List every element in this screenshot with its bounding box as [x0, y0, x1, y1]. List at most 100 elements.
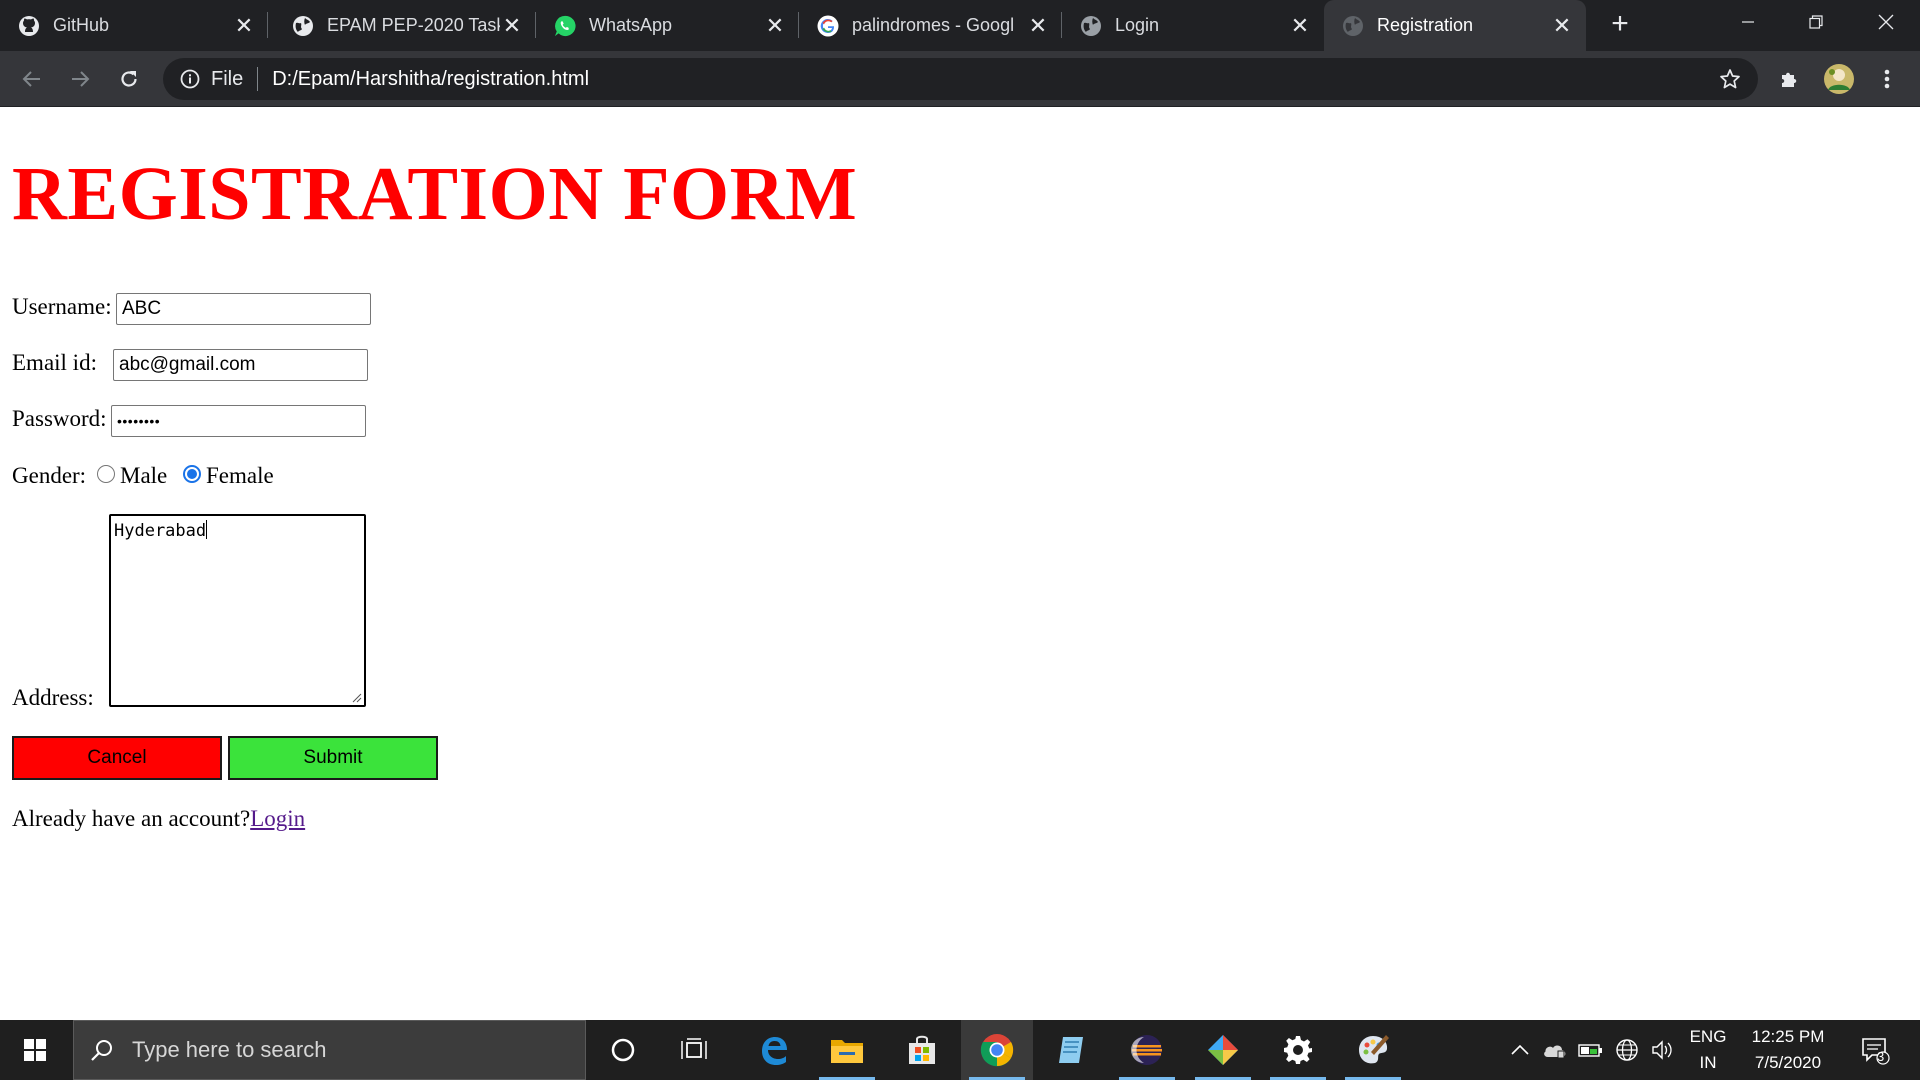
- email-input[interactable]: abc@gmail.com: [113, 349, 368, 381]
- resize-grip-icon[interactable]: [350, 691, 362, 703]
- tab-title: EPAM PEP-2020 Task: [327, 15, 500, 35]
- tab-title: GitHub: [53, 15, 110, 35]
- login-link[interactable]: Login: [250, 806, 305, 831]
- cancel-button[interactable]: Cancel: [12, 736, 222, 780]
- task-view-button[interactable]: [659, 1020, 731, 1080]
- clock[interactable]: 12:25 PM 7/5/2020: [1740, 1020, 1836, 1080]
- whatsapp-icon: [554, 15, 576, 37]
- taskbar-search-box[interactable]: Type here to search: [73, 1020, 586, 1080]
- network-tray[interactable]: [1610, 1020, 1644, 1080]
- notification-icon: [1862, 1038, 1890, 1065]
- back-button[interactable]: [12, 59, 52, 99]
- windows-logo-icon: [24, 1039, 46, 1061]
- tab-title: WhatsApp: [589, 15, 673, 35]
- close-tab-icon[interactable]: ✕: [1550, 13, 1574, 39]
- tab-title: Login: [1115, 15, 1160, 35]
- close-tab-icon[interactable]: ✕: [232, 13, 256, 39]
- snip-icon: [1208, 1035, 1238, 1065]
- notification-count: 3: [1877, 1049, 1885, 1064]
- username-input[interactable]: ABC: [116, 293, 371, 325]
- close-tab-icon[interactable]: ✕: [500, 13, 524, 39]
- url-text[interactable]: D:/Epam/Harshitha/registration.html: [272, 68, 1714, 91]
- minimize-icon: [1742, 21, 1754, 23]
- address-label: Address:: [12, 685, 94, 710]
- page-title: REGISTRATION FORM: [12, 152, 858, 236]
- browser-toolbar: File D:/Epam/Harshitha/registration.html: [0, 51, 1920, 107]
- bookmark-star-icon[interactable]: [1714, 63, 1746, 95]
- reload-button[interactable]: [109, 59, 149, 99]
- reload-icon: [121, 71, 137, 87]
- github-icon: [18, 15, 40, 37]
- tab-palindromes[interactable]: palindromes - Googl ✕: [799, 0, 1062, 51]
- avatar-icon: [1824, 64, 1854, 94]
- tab-epam[interactable]: EPAM PEP-2020 Task ✕: [274, 0, 536, 51]
- paint-palette-icon: [1359, 1035, 1389, 1064]
- new-tab-button[interactable]: +: [1602, 6, 1638, 42]
- cloud-icon: [1544, 1045, 1566, 1059]
- tab-registration[interactable]: Registration ✕: [1324, 0, 1586, 51]
- taskbar-chrome[interactable]: [961, 1020, 1033, 1080]
- gender-male-radio[interactable]: [97, 465, 115, 483]
- close-tab-icon[interactable]: ✕: [1026, 13, 1050, 39]
- address-textarea[interactable]: Hyderabad: [109, 514, 366, 707]
- search-icon: [91, 1040, 112, 1061]
- tab-login[interactable]: Login ✕: [1062, 0, 1324, 51]
- globe-icon: [292, 15, 314, 37]
- tab-title: palindromes - Googl: [852, 15, 1015, 35]
- taskbar-edge[interactable]: [738, 1020, 810, 1080]
- gender-female-label: Female: [206, 463, 274, 488]
- address-bar[interactable]: File D:/Epam/Harshitha/registration.html: [163, 58, 1758, 100]
- login-prompt: Already have an account?Login: [12, 806, 305, 832]
- language-code: ENG: [1689, 1027, 1727, 1046]
- minimize-button[interactable]: [1714, 0, 1782, 44]
- tab-whatsapp[interactable]: WhatsApp ✕: [536, 0, 799, 51]
- taskbar-settings[interactable]: [1262, 1020, 1334, 1080]
- chrome-menu-button[interactable]: [1867, 59, 1907, 99]
- action-center-button[interactable]: 3: [1850, 1020, 1900, 1080]
- password-input[interactable]: ••••••••: [111, 405, 366, 437]
- password-label: Password:: [12, 406, 107, 431]
- volume-tray[interactable]: [1646, 1020, 1680, 1080]
- email-label: Email id:: [12, 350, 97, 375]
- onedrive-tray[interactable]: [1538, 1020, 1572, 1080]
- taskbar-snipping-tool[interactable]: [1187, 1020, 1259, 1080]
- profile-avatar[interactable]: [1819, 59, 1859, 99]
- submit-button[interactable]: Submit: [228, 736, 438, 780]
- region-code: IN: [1699, 1053, 1717, 1072]
- tab-github[interactable]: GitHub ✕: [0, 0, 268, 51]
- taskbar-store[interactable]: [886, 1020, 958, 1080]
- extensions-button[interactable]: [1770, 59, 1810, 99]
- notepad-icon: [1059, 1037, 1083, 1063]
- chrome-icon: [980, 1034, 1014, 1067]
- gender-label: Gender:: [12, 463, 87, 488]
- gender-female-radio[interactable]: [183, 465, 201, 483]
- close-tab-icon[interactable]: ✕: [763, 13, 787, 39]
- taskbar: Type here to search ENG IN 12:25 PM 7/5/…: [0, 1020, 1920, 1080]
- taskbar-eclipse[interactable]: [1111, 1020, 1183, 1080]
- omnibox-divider: [257, 67, 259, 91]
- tab-strip: GitHub ✕ EPAM PEP-2020 Task ✕ WhatsApp ✕…: [0, 0, 1920, 51]
- more-vert-icon: [1884, 69, 1890, 89]
- site-info-icon[interactable]: [179, 68, 201, 90]
- clock-time: 12:25 PM: [1751, 1027, 1825, 1046]
- taskbar-paint[interactable]: [1337, 1020, 1409, 1080]
- username-label: Username:: [12, 294, 112, 319]
- task-view-icon: [681, 1038, 707, 1059]
- battery-tray[interactable]: [1574, 1020, 1608, 1080]
- taskbar-notepad[interactable]: [1035, 1020, 1107, 1080]
- google-icon: [817, 15, 839, 37]
- search-placeholder: Type here to search: [132, 1037, 327, 1062]
- close-window-button[interactable]: [1852, 0, 1920, 44]
- start-button[interactable]: [0, 1020, 70, 1080]
- input-language-indicator[interactable]: ENG IN: [1683, 1020, 1733, 1080]
- gender-male-label: Male: [120, 463, 168, 488]
- show-hidden-icons-button[interactable]: [1505, 1020, 1535, 1080]
- forward-button[interactable]: [60, 59, 100, 99]
- close-tab-icon[interactable]: ✕: [1288, 13, 1312, 39]
- cortana-circle-icon: [611, 1038, 635, 1062]
- taskbar-file-explorer[interactable]: [811, 1020, 883, 1080]
- cortana-button[interactable]: [587, 1020, 659, 1080]
- eclipse-icon: [1131, 1035, 1162, 1065]
- puzzle-icon: [1782, 72, 1797, 87]
- restore-button[interactable]: [1782, 0, 1850, 44]
